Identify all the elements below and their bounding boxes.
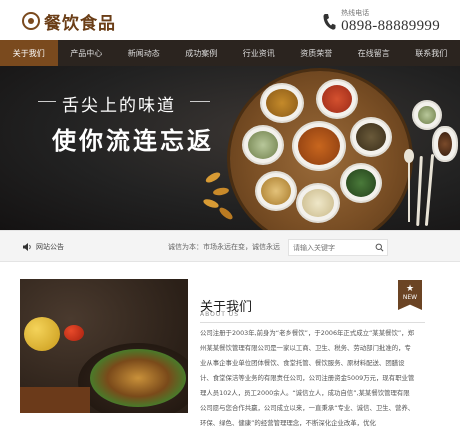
leaf-decoration bbox=[218, 206, 235, 222]
dish-bowl bbox=[340, 163, 382, 203]
logo-mark-icon bbox=[22, 12, 40, 30]
nav-item-cases[interactable]: 成功案例 bbox=[173, 40, 231, 66]
cutting-board bbox=[20, 387, 90, 413]
spoon-handle bbox=[408, 162, 410, 222]
speaker-icon bbox=[22, 242, 32, 252]
dish-bowl bbox=[350, 117, 392, 157]
dish-bowl bbox=[292, 121, 346, 171]
side-dish-bowl bbox=[412, 100, 442, 130]
logo-text: 餐饮食品 bbox=[44, 9, 116, 34]
search-button[interactable] bbox=[370, 239, 388, 256]
nav-item-contact[interactable]: 联系我们 bbox=[403, 40, 460, 66]
leaf-decoration bbox=[204, 170, 221, 184]
side-dish-bowl bbox=[432, 126, 458, 162]
food-tray-image bbox=[230, 71, 410, 230]
main-nav: 关于我们 产品中心 新闻动态 成功案例 行业资讯 资质荣誉 在线留言 联系我们 bbox=[0, 40, 460, 66]
about-subtitle: ABOUT US bbox=[200, 311, 239, 318]
notice-text[interactable]: 诚信为本：市场永远在变，诚信永远 bbox=[168, 242, 280, 252]
slogan-divider-left bbox=[38, 101, 56, 102]
phone-icon bbox=[322, 13, 336, 31]
dish-bowl bbox=[242, 125, 284, 165]
notice-label: 网站公告 bbox=[36, 242, 64, 252]
chopstick bbox=[416, 156, 423, 226]
hotline-number: 0898-88889999 bbox=[341, 19, 440, 34]
slogan-divider-right bbox=[190, 101, 210, 102]
leaf-decoration bbox=[213, 187, 230, 197]
nav-item-news[interactable]: 新闻动态 bbox=[115, 40, 173, 66]
slogan-line-2: 使你流连忘返 bbox=[52, 121, 214, 156]
dish-bowl bbox=[296, 183, 340, 223]
slogan-line-1: 舌尖上的味道 bbox=[62, 91, 176, 116]
about-body: 公司注册于2003年,前身为“老乡餐饮”，于2006年正式成立“某某餐饮”，郑州… bbox=[200, 326, 415, 431]
leaf-decoration bbox=[202, 197, 219, 209]
nav-item-honors[interactable]: 资质荣誉 bbox=[288, 40, 346, 66]
search-icon bbox=[375, 243, 384, 252]
site-header: 餐饮食品 热线电话 0898-88889999 bbox=[0, 0, 460, 40]
lemon bbox=[24, 317, 60, 351]
chopstick bbox=[425, 154, 434, 226]
nav-item-industry[interactable]: 行业资讯 bbox=[230, 40, 288, 66]
spoon bbox=[404, 149, 414, 163]
nav-item-message[interactable]: 在线留言 bbox=[345, 40, 403, 66]
hotline: 热线电话 0898-88889999 bbox=[322, 10, 440, 34]
hero-banner[interactable]: 舌尖上的味道 使你流连忘返 bbox=[0, 66, 460, 230]
dish-bowl bbox=[260, 83, 304, 123]
star-icon: ★ bbox=[406, 284, 414, 294]
squid-dish bbox=[90, 349, 186, 407]
tomato bbox=[64, 325, 84, 341]
dish-bowl bbox=[255, 171, 297, 211]
nav-item-about[interactable]: 关于我们 bbox=[0, 40, 58, 66]
site-logo[interactable]: 餐饮食品 bbox=[22, 10, 116, 32]
hotline-label: 热线电话 bbox=[341, 10, 440, 17]
dish-bowl bbox=[316, 79, 358, 119]
about-image bbox=[20, 279, 188, 413]
nav-item-products[interactable]: 产品中心 bbox=[58, 40, 116, 66]
about-divider bbox=[200, 322, 425, 323]
notice-bar: 网站公告 诚信为本：市场永远在变，诚信永远 bbox=[0, 230, 460, 262]
